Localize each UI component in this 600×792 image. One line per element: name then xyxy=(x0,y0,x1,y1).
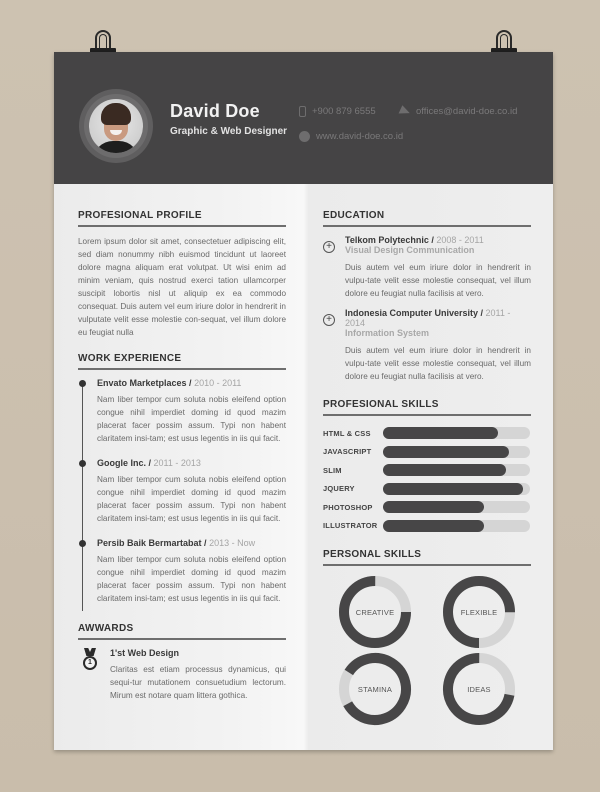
work-years: 2013 - Now xyxy=(209,538,256,548)
education-description: Duis autem vel eum iriure dolor in hendr… xyxy=(345,346,531,381)
awards-section: AWWARDS 1 1'st Web Design Claritas est e… xyxy=(78,623,286,702)
work-section: WORK EXPERIENCE Envato Marketplaces / 20… xyxy=(78,353,286,611)
skill-bar xyxy=(383,427,530,440)
section-title: PROFESIONAL PROFILE xyxy=(78,210,286,227)
avatar xyxy=(89,99,143,153)
education-years: 2008 - 2011 xyxy=(436,235,484,245)
right-column: EDUCATION + Telkom Polytechnic / 2008 - … xyxy=(323,210,531,744)
skill-bar xyxy=(383,501,530,514)
skill-row: JAVASCRIPT xyxy=(323,443,531,462)
work-description: Nam liber tempor cum soluta nobis eleife… xyxy=(97,555,286,603)
education-item: + Indonesia Computer University / 2011 -… xyxy=(323,308,531,383)
company-name: Persib Baik Bermartabat xyxy=(97,538,202,548)
skill-row: PHOTOSHOP xyxy=(323,498,531,517)
work-years: 2010 - 2011 xyxy=(194,378,242,388)
skill-row: HTML & CSS xyxy=(323,424,531,443)
school-name: Telkom Polytechnic xyxy=(345,235,429,245)
work-item: Google Inc. / 2011 - 2013 Nam liber temp… xyxy=(79,458,286,525)
skill-donut: IDEAS xyxy=(441,651,517,727)
education-major: Visual Design Communication xyxy=(345,245,475,255)
website-text[interactable]: www.david-doe.co.id xyxy=(316,131,403,142)
skill-label: JQUERY xyxy=(323,484,355,494)
skill-label: PHOTOSHOP xyxy=(323,502,373,512)
skill-donut: CREATIVE xyxy=(337,574,413,650)
skill-label: SLIM xyxy=(323,465,342,475)
work-description: Nam liber tempor cum soluta nobis eleife… xyxy=(97,395,286,443)
company-name: Envato Marketplaces xyxy=(97,378,187,388)
skill-donut: STAMINA xyxy=(337,651,413,727)
education-major: Information System xyxy=(345,328,430,338)
donut-label: STAMINA xyxy=(357,684,393,694)
globe-icon xyxy=(299,131,310,142)
work-item: Persib Baik Bermartabat / 2013 - Now Nam… xyxy=(79,538,286,605)
resume-header: David Doe Graphic & Web Designer +900 87… xyxy=(54,52,553,184)
company-name: Google Inc. xyxy=(97,458,147,468)
candidate-name: David Doe xyxy=(170,101,260,121)
skill-bar-fill xyxy=(383,519,485,532)
education-description: Duis autem vel eum iriure dolor in hendr… xyxy=(345,263,531,298)
education-section: EDUCATION + Telkom Polytechnic / 2008 - … xyxy=(323,210,531,383)
profile-text: Lorem ipsum dolor sit amet, consectetuer… xyxy=(78,237,286,337)
skill-bar-fill xyxy=(383,501,485,514)
pro-skills-section: PROFESIONAL SKILLS HTML & CSS JAVASCRIPT… xyxy=(323,399,531,535)
phone-text: +900 879 6555 xyxy=(312,106,376,117)
contact-phone: +900 879 6555 xyxy=(299,106,376,117)
skill-label: JAVASCRIPT xyxy=(323,447,372,457)
donut-label: FLEXIBLE xyxy=(460,607,498,617)
work-years: 2011 - 2013 xyxy=(153,458,201,468)
personal-skills-section: PERSONAL SKILLS CREATIVE FLEXIBLE STAMIN… xyxy=(323,549,531,744)
plus-circle-icon[interactable]: + xyxy=(323,314,335,326)
skill-bar-fill xyxy=(383,464,507,477)
work-timeline: Envato Marketplaces / 2010 - 2011 Nam li… xyxy=(78,378,286,611)
contact-email: offices@david-doe.co.id xyxy=(398,105,517,118)
skill-bar-fill xyxy=(383,482,523,495)
work-description: Nam liber tempor cum soluta nobis eleife… xyxy=(97,475,286,523)
profile-section: PROFESIONAL PROFILE Lorem ipsum dolor si… xyxy=(78,210,286,339)
donut-label: IDEAS xyxy=(467,684,491,694)
award-item: 1 1'st Web Design Claritas est etiam pro… xyxy=(78,648,286,702)
donut-label: CREATIVE xyxy=(355,607,395,617)
skill-row: SLIM xyxy=(323,461,531,480)
award-title: 1'st Web Design xyxy=(110,648,179,658)
skill-row: JQUERY xyxy=(323,480,531,499)
skill-bar-fill xyxy=(383,445,510,458)
timeline-dot xyxy=(79,460,86,467)
medal-icon: 1 xyxy=(83,648,97,672)
skill-bar xyxy=(383,519,530,532)
paper-plane-icon xyxy=(398,105,412,118)
skill-bar xyxy=(383,445,530,458)
mobile-phone-icon xyxy=(299,106,306,117)
school-name: Indonesia Computer University xyxy=(345,308,479,318)
section-title: EDUCATION xyxy=(323,210,531,227)
skill-bar xyxy=(383,464,530,477)
plus-circle-icon[interactable]: + xyxy=(323,241,335,253)
award-description: Claritas est etiam processus dynamicus, … xyxy=(110,665,286,700)
timeline-dot xyxy=(79,540,86,547)
section-title: WORK EXPERIENCE xyxy=(78,353,286,370)
donut-grid: CREATIVE FLEXIBLE STAMINA IDEAS xyxy=(323,574,531,744)
skill-bar-fill xyxy=(383,427,498,440)
timeline-dot xyxy=(79,380,86,387)
candidate-role: Graphic & Web Designer xyxy=(170,126,288,137)
work-item: Envato Marketplaces / 2010 - 2011 Nam li… xyxy=(79,378,286,445)
section-title: PROFESIONAL SKILLS xyxy=(323,399,531,416)
skill-label: ILLUSTRATOR xyxy=(323,521,378,531)
avatar-frame xyxy=(79,89,153,163)
left-column: PROFESIONAL PROFILE Lorem ipsum dolor si… xyxy=(78,210,286,702)
skill-label: HTML & CSS xyxy=(323,428,371,438)
section-title: AWWARDS xyxy=(78,623,286,640)
skill-donut: FLEXIBLE xyxy=(441,574,517,650)
resume-paper: David Doe Graphic & Web Designer +900 87… xyxy=(54,52,553,750)
section-title: PERSONAL SKILLS xyxy=(323,549,531,566)
timeline-line xyxy=(82,384,83,611)
email-text[interactable]: offices@david-doe.co.id xyxy=(416,106,517,117)
education-item: + Telkom Polytechnic / 2008 - 2011 Visua… xyxy=(323,235,531,300)
skill-bar xyxy=(383,482,530,495)
skill-row: ILLUSTRATOR xyxy=(323,517,531,536)
skill-list: HTML & CSS JAVASCRIPT SLIM JQUERY PHOTOS… xyxy=(323,424,531,535)
contact-website: www.david-doe.co.id xyxy=(299,131,403,142)
